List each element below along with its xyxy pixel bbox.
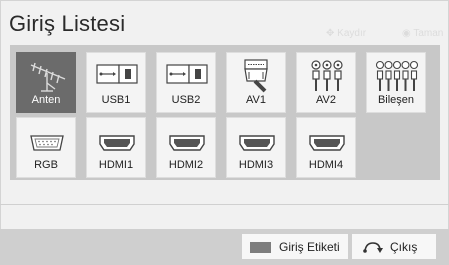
input-tile-hdmi2[interactable]: HDMI2	[156, 117, 216, 178]
input-list-panel: Giriş Listesi ✥ Kaydır ◉ Taman Anten USB…	[0, 0, 449, 265]
vga-icon	[30, 135, 64, 151]
move-arrows-icon: ✥	[326, 28, 335, 39]
input-tile-rgb[interactable]: RGB	[16, 117, 76, 178]
input-tile-bilesen[interactable]: Bileşen	[366, 52, 426, 113]
input-tile-hdmi1[interactable]: HDMI1	[86, 117, 146, 178]
input-tile-anten[interactable]: Anten	[16, 52, 76, 113]
input-label: RGB	[34, 159, 58, 171]
hdmi-icon	[99, 135, 135, 151]
input-label: Bileşen	[377, 94, 415, 106]
input-label: HDMI4	[308, 159, 344, 171]
page-title: Giriş Listesi	[9, 11, 126, 36]
input-tile-av2[interactable]: AV2	[296, 52, 356, 113]
move-hint: ✥ Kaydır	[326, 28, 366, 39]
input-label: USB2	[171, 94, 201, 106]
scart-icon	[244, 59, 268, 93]
input-label: HDMI3	[238, 159, 274, 171]
input-tile-hdmi4[interactable]: HDMI4	[296, 117, 356, 178]
usb-icon	[166, 64, 208, 84]
color-key-icon	[250, 242, 271, 253]
move-hint-label: Kaydır	[337, 28, 367, 39]
exit-button-text: Çıkış	[390, 240, 418, 254]
ok-hint-label: Taman	[413, 28, 444, 39]
component-icon	[375, 60, 419, 91]
input-label: Anten	[31, 94, 61, 106]
input-label: HDMI1	[98, 159, 134, 171]
usb-icon	[96, 64, 138, 84]
ok-circle-icon: ◉	[402, 28, 411, 39]
exit-button[interactable]: Çıkış	[351, 233, 437, 260]
hdmi-icon	[309, 135, 345, 151]
input-tile-av1[interactable]: AV1	[226, 52, 286, 113]
input-label: USB1	[101, 94, 131, 106]
input-label-button[interactable]: Giriş Etiketi	[241, 233, 349, 260]
input-tile-usb2[interactable]: USB2	[156, 52, 216, 113]
ok-hint: ◉ Taman	[402, 28, 443, 39]
input-label-button-text: Giriş Etiketi	[279, 240, 340, 254]
input-label: AV2	[316, 94, 336, 106]
rca-icon	[311, 60, 343, 91]
input-label: HDMI2	[168, 159, 204, 171]
divider	[0, 204, 449, 205]
antenna-icon	[30, 62, 66, 92]
input-tile-usb1[interactable]: USB1	[86, 52, 146, 113]
input-label: AV1	[246, 94, 266, 106]
hdmi-icon	[239, 135, 275, 151]
return-arrow-icon	[363, 242, 383, 253]
input-tile-hdmi3[interactable]: HDMI3	[226, 117, 286, 178]
hdmi-icon	[169, 135, 205, 151]
